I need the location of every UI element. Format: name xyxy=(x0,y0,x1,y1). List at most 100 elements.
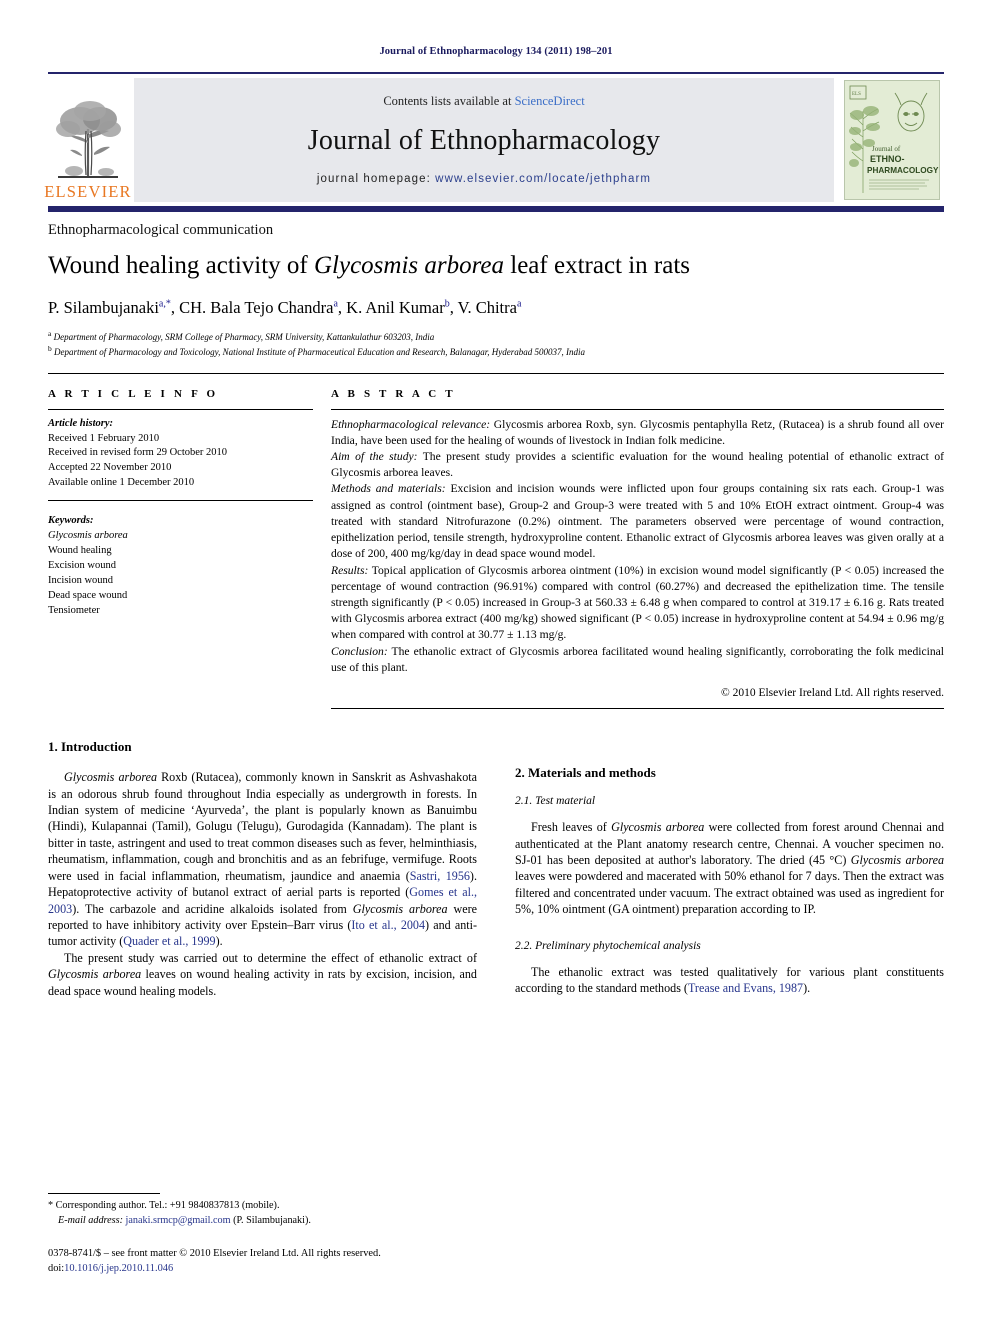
email-label: E-mail address: xyxy=(58,1215,123,1226)
cover-pharmacology-text: PHARMACOLOGY xyxy=(867,166,939,175)
masthead-bottom-rule xyxy=(48,206,944,212)
history-item: Available online 1 December 2010 xyxy=(48,477,195,489)
intro2-text-a: The present study was carried out to det… xyxy=(64,950,477,965)
author-affiliation-marker[interactable]: a,* xyxy=(159,298,171,309)
footnote-block: * Corresponding author. Tel.: +91 984083… xyxy=(48,1193,478,1277)
author-list: P. Silambujanakia,*, CH. Bala Tejo Chand… xyxy=(48,297,522,317)
contents-prefix: Contents lists available at xyxy=(383,93,515,108)
test-material-paragraph: Fresh leaves of Glycosmis arborea were c… xyxy=(515,819,944,918)
doi-line: doi:10.1016/j.jep.2010.11.046 xyxy=(48,1261,478,1277)
title-part-1: Wound healing activity of xyxy=(48,252,314,279)
communication-type: Ethnopharmacological communication xyxy=(48,222,274,238)
keywords-rule xyxy=(48,500,313,502)
body-column-left: 1. Introduction Glycosmis arborea Roxb (… xyxy=(48,739,477,999)
doi-label: doi: xyxy=(48,1263,65,1275)
article-info-column: A R T I C L E I N F O Article history: R… xyxy=(48,388,331,710)
keywords-block: Keywords: Glycosmis arborea Wound healin… xyxy=(48,514,313,618)
author-item: K. Anil Kumarb xyxy=(346,298,450,317)
sciencedirect-link[interactable]: ScienceDirect xyxy=(515,94,585,108)
cover-artwork-icon: ELS Journal of ETHNO- PHARMACOLOGY xyxy=(845,81,939,199)
section-heading-introduction: 1. Introduction xyxy=(48,739,132,755)
keyword-item: Wound healing xyxy=(48,544,112,556)
affiliation-text: Department of Pharmacology, SRM College … xyxy=(53,331,435,342)
history-item: Received 1 February 2010 xyxy=(48,432,160,444)
affiliation-item: b Department of Pharmacology and Toxicol… xyxy=(48,344,944,359)
author-affiliation-marker[interactable]: b xyxy=(445,298,450,309)
running-head: Journal of Ethnopharmacology 134 (2011) … xyxy=(379,46,613,57)
journal-homepage-line: journal homepage: www.elsevier.com/locat… xyxy=(317,173,651,185)
doi-link[interactable]: 10.1016/j.jep.2010.11.046 xyxy=(64,1263,173,1274)
tm-text-a: Fresh leaves of xyxy=(531,820,612,835)
email-note: E-mail address: janaki.srmcp@gmail.com (… xyxy=(48,1214,478,1229)
page-title: Wound healing activity of Glycosmis arbo… xyxy=(48,252,944,281)
intro-paragraph-2: The present study was carried out to det… xyxy=(48,950,477,999)
intro-species-name: Glycosmis arborea xyxy=(64,770,158,785)
tm-species-name-2: Glycosmis arborea xyxy=(850,852,944,867)
citation-link-sastri[interactable]: Sastri, 1956 xyxy=(410,869,470,883)
journal-masthead: ELSEVIER Contents lists available at Sci… xyxy=(44,72,944,202)
intro-paragraph-1: Glycosmis arborea Roxb (Rutacea), common… xyxy=(48,769,477,950)
elsevier-tree-icon xyxy=(56,100,121,178)
author-name: K. Anil Kumar xyxy=(346,297,445,317)
elsevier-wordmark: ELSEVIER xyxy=(44,181,132,201)
author-affiliation-marker[interactable]: a xyxy=(517,298,521,309)
abstract-methods-label: Methods and materials: xyxy=(331,482,446,496)
keywords-label: Keywords: xyxy=(48,515,94,527)
cover-image: ELS Journal of ETHNO- PHARMACOLOGY xyxy=(844,80,940,200)
section-heading-materials-methods: 2. Materials and methods xyxy=(515,765,656,781)
issn-doi-block: 0378-8741/$ – see front matter © 2010 El… xyxy=(48,1246,478,1277)
intro-species-name-2: Glycosmis arborea xyxy=(352,901,448,916)
abstract-results-text: Topical application of Glycosmis arborea… xyxy=(331,563,944,642)
tm-species-name: Glycosmis arborea xyxy=(611,820,705,835)
citation-link-quader[interactable]: Quader et al., 1999 xyxy=(123,934,215,948)
citation-link-trease-evans[interactable]: Trease and Evans, 1987 xyxy=(688,981,803,995)
abstract-aim-text: The present study provides a scientific … xyxy=(331,450,944,480)
keyword-item: Tensiometer xyxy=(48,604,100,616)
keyword-item: Glycosmis arborea xyxy=(48,530,128,542)
title-part-2: leaf extract in rats xyxy=(504,252,691,279)
abstract-relevance-label: Ethnopharmacological relevance: xyxy=(331,417,491,431)
journal-band: Contents lists available at ScienceDirec… xyxy=(134,78,834,202)
abstract-bottom-rule xyxy=(331,708,944,710)
author-item: V. Chitraa xyxy=(458,298,522,317)
author-name: CH. Bala Tejo Chandra xyxy=(179,297,334,317)
citation-link-ito[interactable]: Ito et al., 2004 xyxy=(351,918,425,932)
homepage-url-link[interactable]: www.elsevier.com/locate/jethpharm xyxy=(435,173,651,185)
history-item: Received in revised form 29 October 2010 xyxy=(48,447,228,459)
body-column-right: 2. Materials and methods 2.1. Test mater… xyxy=(515,739,944,999)
contents-available-line: Contents lists available at ScienceDirec… xyxy=(383,94,584,109)
intro-text-h: ). xyxy=(215,934,223,949)
author-item: CH. Bala Tejo Chandraa xyxy=(179,298,338,317)
affiliation-marker: a xyxy=(48,328,52,338)
subsection-heading-test-material: 2.1. Test material xyxy=(515,795,596,808)
history-item: Accepted 22 November 2010 xyxy=(48,462,172,474)
abstract-heading: A B S T R A C T xyxy=(331,387,456,400)
journal-cover-thumbnail: ELS Journal of ETHNO- PHARMACOLOGY xyxy=(840,78,944,202)
article-history-block: Article history: Received 1 February 201… xyxy=(48,417,313,492)
affiliation-marker: b xyxy=(48,343,52,353)
title-species-name: Glycosmis arborea xyxy=(313,252,505,279)
footnote-rule xyxy=(48,1193,160,1195)
info-abstract-grid: A R T I C L E I N F O Article history: R… xyxy=(48,388,944,710)
affiliation-text: Department of Pharmacology and Toxicolog… xyxy=(54,346,586,357)
body-columns: 1. Introduction Glycosmis arborea Roxb (… xyxy=(48,739,944,999)
author-item: P. Silambujanakia,* xyxy=(48,298,171,317)
author-affiliation-marker[interactable]: a xyxy=(333,298,337,309)
corresponding-author-note: * Corresponding author. Tel.: +91 984083… xyxy=(48,1200,280,1212)
affiliation-list: a Department of Pharmacology, SRM Colleg… xyxy=(48,329,944,359)
tm-text-e: leaves were powdered and macerated with … xyxy=(515,869,944,917)
email-link[interactable]: janaki.srmcp@gmail.com xyxy=(126,1215,231,1226)
abstract-column: A B S T R A C T Ethnopharmacological rel… xyxy=(331,388,944,710)
elsevier-logo: ELSEVIER xyxy=(44,78,131,202)
article-history-label: Article history: xyxy=(48,417,114,429)
svg-text:ELS: ELS xyxy=(852,92,861,97)
abstract-aim-label: Aim of the study: xyxy=(331,450,418,464)
author-name: P. Silambujanaki xyxy=(48,297,159,317)
intro-text-d: ). The carbazole and acridine alkaloids … xyxy=(72,901,353,916)
affiliation-item: a Department of Pharmacology, SRM Colleg… xyxy=(48,329,944,344)
intro-text-b: Roxb (Rutacea), commonly known in Sanskr… xyxy=(48,770,477,883)
abstract-results-label: Results: xyxy=(331,563,369,577)
keyword-item: Dead space wound xyxy=(48,589,128,601)
cover-ethno-text: ETHNO- xyxy=(870,154,905,164)
abstract-rule xyxy=(331,408,944,410)
